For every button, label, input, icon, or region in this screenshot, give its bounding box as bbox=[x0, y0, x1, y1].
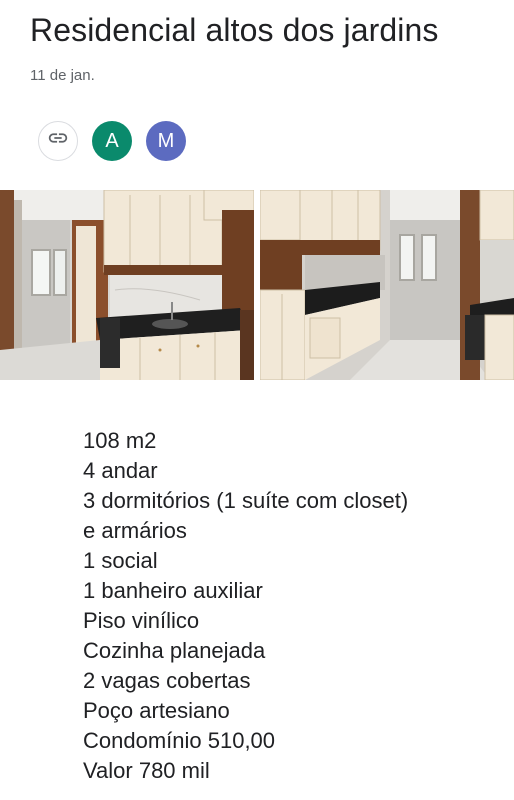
detail-price: Valor 780 mil bbox=[83, 758, 210, 783]
detail-well: Poço artesiano bbox=[83, 698, 230, 723]
detail-flooring: Piso vinílico bbox=[83, 608, 200, 633]
avatar-m[interactable]: M bbox=[146, 121, 186, 161]
photo-gallery bbox=[0, 190, 514, 380]
link-button[interactable] bbox=[38, 121, 78, 161]
page-title: Residencial altos dos jardins bbox=[30, 12, 439, 48]
link-icon bbox=[47, 127, 69, 155]
kitchen-photo-1[interactable] bbox=[0, 190, 254, 380]
property-details-list: 108 m2 4 andar 3 dormitórios (1 suíte co… bbox=[83, 426, 413, 786]
attachment-chips: A M bbox=[38, 121, 186, 161]
detail-kitchen: Cozinha planejada bbox=[83, 638, 266, 663]
post-date: 11 de jan. bbox=[30, 67, 95, 84]
kitchen-photo-2[interactable] bbox=[260, 190, 514, 380]
detail-auxiliary-bathroom: 1 banheiro auxiliar bbox=[83, 578, 263, 603]
detail-parking: 2 vagas cobertas bbox=[83, 668, 251, 693]
detail-bedrooms: 3 dormitórios (1 suíte com closet) e arm… bbox=[83, 488, 409, 543]
detail-social-bathroom: 1 social bbox=[83, 548, 158, 573]
detail-area: 108 m2 bbox=[83, 428, 157, 453]
detail-condo-fee: Condomínio 510,00 bbox=[83, 728, 276, 753]
detail-floor: 4 andar bbox=[83, 458, 158, 483]
avatar-a[interactable]: A bbox=[92, 121, 132, 161]
